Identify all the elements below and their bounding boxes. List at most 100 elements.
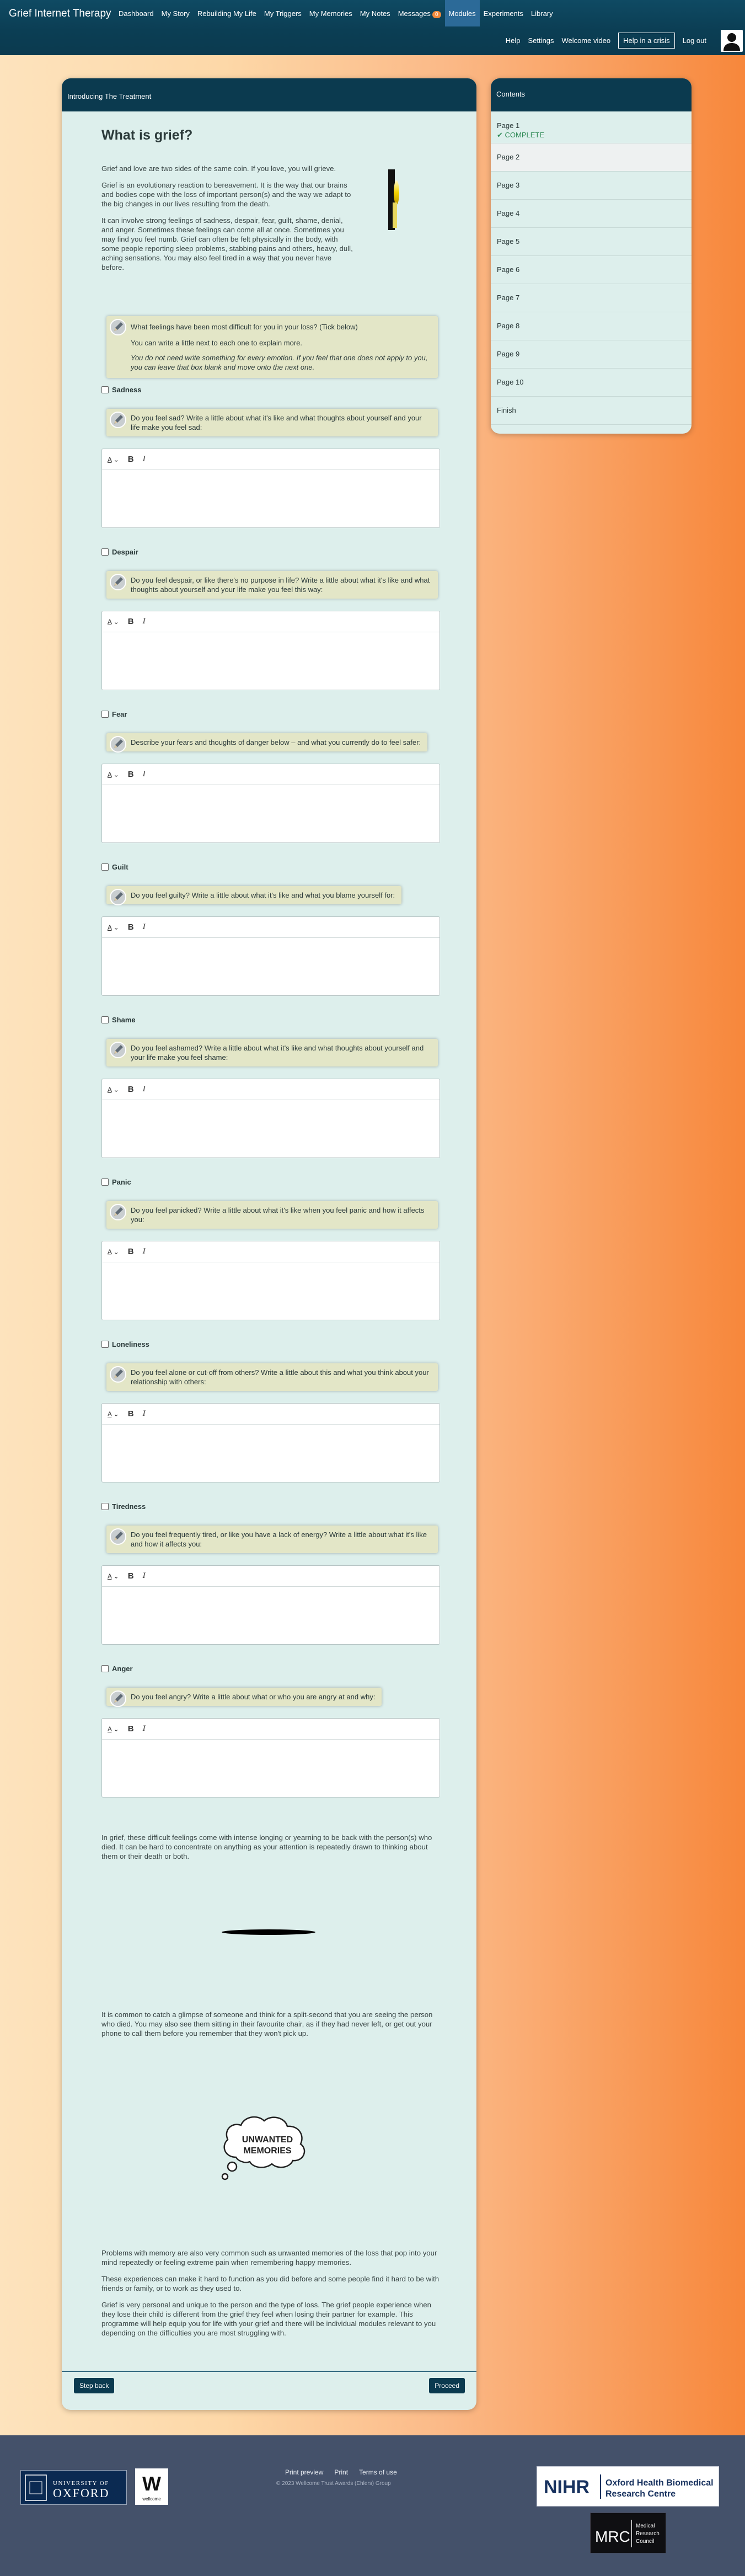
- bold-button[interactable]: B: [128, 922, 134, 932]
- contents-item-page-9[interactable]: Page 9: [491, 340, 692, 369]
- highlight-color-button[interactable]: A ⌄: [108, 1248, 119, 1256]
- nav-messages[interactable]: Messages 0: [394, 0, 445, 26]
- rich-text-editor[interactable]: A ⌄ B I: [101, 1565, 440, 1645]
- help-in-crisis-button[interactable]: Help in a crisis: [618, 33, 675, 49]
- highlight-color-button[interactable]: A ⌄: [108, 771, 119, 778]
- contents-item-page-5[interactable]: Page 5: [491, 228, 692, 256]
- logout-link[interactable]: Log out: [683, 36, 706, 45]
- bold-button[interactable]: B: [128, 1247, 134, 1256]
- emotion-checkbox[interactable]: [101, 548, 109, 556]
- nav-rebuilding[interactable]: Rebuilding My Life: [194, 0, 260, 26]
- rich-text-editor[interactable]: A ⌄ B I: [101, 916, 440, 996]
- emotion-checkbox-row[interactable]: Despair: [101, 548, 438, 556]
- bold-button[interactable]: B: [128, 1409, 134, 1418]
- rich-text-editor[interactable]: A ⌄ B I: [101, 1403, 440, 1482]
- terms-of-use-link[interactable]: Terms of use: [359, 2468, 397, 2476]
- editor-text-area[interactable]: [102, 470, 440, 527]
- rich-text-editor[interactable]: A ⌄ B I: [101, 1079, 440, 1158]
- contents-item-page-2[interactable]: Page 2: [491, 143, 692, 172]
- italic-button[interactable]: I: [143, 617, 146, 626]
- emotion-checkbox-row[interactable]: Shame: [101, 1016, 438, 1024]
- highlight-color-button[interactable]: A ⌄: [108, 456, 119, 463]
- italic-button[interactable]: I: [143, 1571, 146, 1581]
- emotion-checkbox[interactable]: [101, 1341, 109, 1348]
- emotion-checkbox-row[interactable]: Tiredness: [101, 1502, 438, 1511]
- proceed-button[interactable]: Proceed: [429, 2378, 465, 2393]
- rich-text-editor[interactable]: A ⌄ B I: [101, 764, 440, 843]
- highlight-color-button[interactable]: A ⌄: [108, 1086, 119, 1094]
- emotion-checkbox[interactable]: [101, 1665, 109, 1672]
- step-back-button[interactable]: Step back: [74, 2378, 115, 2393]
- contents-item-page-4[interactable]: Page 4: [491, 200, 692, 228]
- italic-button[interactable]: I: [143, 455, 146, 464]
- nav-dashboard[interactable]: Dashboard: [115, 0, 158, 26]
- emotion-checkbox[interactable]: [101, 1016, 109, 1023]
- highlight-color-button[interactable]: A ⌄: [108, 618, 119, 626]
- print-link[interactable]: Print: [334, 2468, 348, 2476]
- italic-button[interactable]: I: [143, 770, 146, 779]
- pencil-icon: [110, 1690, 126, 1707]
- nav-my-story[interactable]: My Story: [158, 0, 194, 26]
- rich-text-editor[interactable]: A ⌄ B I: [101, 449, 440, 528]
- contents-item-page-6[interactable]: Page 6: [491, 256, 692, 284]
- nav-experiments[interactable]: Experiments: [480, 0, 527, 26]
- editor-text-area[interactable]: [102, 938, 440, 995]
- contents-item-finish[interactable]: Finish: [491, 397, 692, 425]
- editor-text-area[interactable]: [102, 1740, 440, 1797]
- rich-text-editor[interactable]: A ⌄ B I: [101, 1718, 440, 1798]
- brand-logo[interactable]: Grief Internet Therapy: [9, 8, 111, 20]
- contents-item-page-1[interactable]: Page 1 ✔ COMPLETE: [491, 111, 692, 143]
- user-avatar-icon[interactable]: [721, 30, 743, 52]
- bold-button[interactable]: B: [128, 1085, 134, 1094]
- contents-item-page-8[interactable]: Page 8: [491, 312, 692, 340]
- bold-button[interactable]: B: [128, 1571, 134, 1581]
- emotion-checkbox-row[interactable]: Sadness: [101, 386, 438, 394]
- highlight-color-button[interactable]: A ⌄: [108, 1725, 119, 1733]
- editor-text-area[interactable]: [102, 1587, 440, 1644]
- emotion-checkbox-row[interactable]: Loneliness: [101, 1340, 438, 1348]
- nav-library[interactable]: Library: [527, 0, 557, 26]
- contents-item-page-3[interactable]: Page 3: [491, 172, 692, 200]
- highlight-color-button[interactable]: A ⌄: [108, 1572, 119, 1580]
- editor-text-area[interactable]: [102, 1262, 440, 1320]
- help-link[interactable]: Help: [506, 36, 521, 45]
- print-preview-link[interactable]: Print preview: [285, 2468, 323, 2476]
- emotion-checkbox[interactable]: [101, 863, 109, 871]
- editor-text-area[interactable]: [102, 632, 440, 690]
- welcome-video-link[interactable]: Welcome video: [561, 36, 610, 45]
- editor-text-area[interactable]: [102, 1425, 440, 1482]
- bold-button[interactable]: B: [128, 455, 134, 464]
- editor-text-area[interactable]: [102, 785, 440, 842]
- italic-button[interactable]: I: [143, 1085, 146, 1094]
- bold-button[interactable]: B: [128, 617, 134, 626]
- nav-modules[interactable]: Modules: [444, 0, 480, 26]
- contents-item-page-7[interactable]: Page 7: [491, 284, 692, 312]
- emotion-checkbox[interactable]: [101, 1178, 109, 1186]
- rich-text-editor[interactable]: A ⌄ B I: [101, 611, 440, 690]
- rich-text-editor[interactable]: A ⌄ B I: [101, 1241, 440, 1320]
- emotion-checkbox[interactable]: [101, 1503, 109, 1510]
- svg-text:W: W: [142, 2472, 161, 2495]
- italic-button[interactable]: I: [143, 922, 146, 932]
- nav-notes[interactable]: My Notes: [356, 0, 394, 26]
- contents-item-page-10[interactable]: Page 10: [491, 369, 692, 397]
- bold-button[interactable]: B: [128, 770, 134, 779]
- emotion-checkbox-row[interactable]: Anger: [101, 1665, 438, 1673]
- nav-memories[interactable]: My Memories: [305, 0, 356, 26]
- italic-button[interactable]: I: [143, 1247, 146, 1256]
- emotion-checkbox[interactable]: [101, 386, 109, 393]
- emotion-checkbox-row[interactable]: Guilt: [101, 863, 438, 871]
- italic-button[interactable]: I: [143, 1409, 146, 1418]
- highlight-color-button[interactable]: A ⌄: [108, 1410, 119, 1418]
- bold-button[interactable]: B: [128, 1724, 134, 1734]
- question-bubble: What feelings have been most difficult f…: [106, 316, 438, 378]
- emotion-checkbox[interactable]: [101, 711, 109, 718]
- emotion-checkbox-row[interactable]: Fear: [101, 710, 438, 718]
- editor-text-area[interactable]: [102, 1100, 440, 1158]
- emotion-checkbox-row[interactable]: Panic: [101, 1178, 438, 1186]
- nav-triggers[interactable]: My Triggers: [260, 0, 305, 26]
- italic-button[interactable]: I: [143, 1724, 146, 1734]
- highlight-icon: A: [108, 1725, 112, 1733]
- settings-link[interactable]: Settings: [528, 36, 554, 45]
- highlight-color-button[interactable]: A ⌄: [108, 924, 119, 931]
